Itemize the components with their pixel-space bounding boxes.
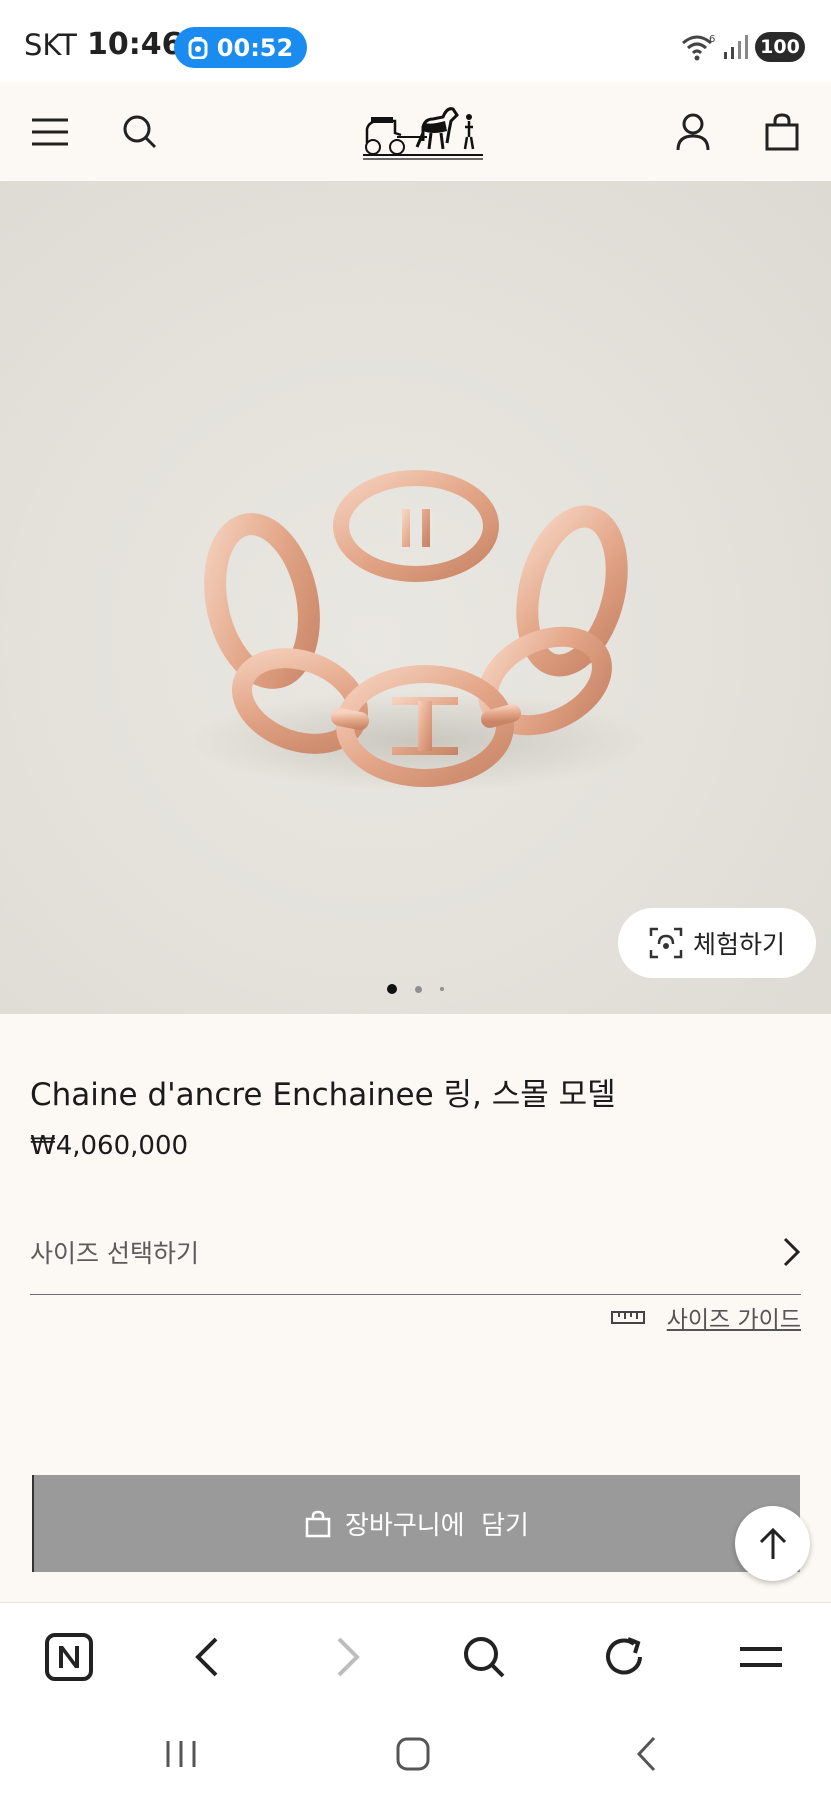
product-price: ₩4,060,000 [30, 1131, 189, 1161]
call-timer-pill[interactable]: 00:52 [174, 27, 307, 68]
menu-icon [32, 118, 68, 146]
browser-toolbar [0, 1602, 831, 1707]
ar-scan-icon [649, 927, 683, 959]
hermes-carriage-logo [363, 107, 483, 160]
size-guide-link[interactable]: 사이즈 가이드 [610, 1300, 801, 1334]
shopping-bag-icon [305, 1510, 331, 1537]
arrow-up-icon [759, 1527, 786, 1559]
system-navigation-bar [0, 1707, 831, 1800]
search-icon [123, 115, 157, 149]
product-info: Chaine d'ancre Enchainee 링, 스몰 모델 ₩4,060… [0, 1014, 831, 1602]
wifi-icon: 6 [682, 34, 715, 61]
menu-icon [740, 1647, 782, 1667]
back-icon [195, 1637, 218, 1677]
battery-indicator: 100 [755, 32, 805, 62]
forward-button[interactable] [318, 1627, 378, 1687]
forward-icon [337, 1637, 360, 1677]
wifi-badge: 6 [709, 34, 715, 45]
timer-icon [188, 36, 208, 59]
account-icon [676, 113, 710, 151]
add-to-cart-label: 장바구니에 담기 [345, 1511, 529, 1541]
browser-menu-button[interactable] [731, 1627, 791, 1687]
reload-icon [606, 1637, 642, 1675]
search-icon [464, 1637, 505, 1678]
size-select-dropdown[interactable]: 사이즈 선택하기 [30, 1210, 801, 1295]
size-guide-label: 사이즈 가이드 [666, 1307, 801, 1333]
chevron-right-icon [783, 1237, 801, 1267]
status-bar: SKT 10:46 00:52 6 100 [0, 0, 831, 82]
search-button[interactable] [112, 104, 168, 160]
try-on-button[interactable]: 체험하기 [618, 908, 816, 978]
status-icons: 6 100 [681, 32, 805, 62]
naver-home-icon [45, 1633, 93, 1681]
carousel-dot[interactable] [440, 987, 444, 991]
site-header [0, 82, 831, 181]
product-name: Chaine d'ancre Enchainee 링, 스몰 모델 [30, 1077, 616, 1113]
product-image-carousel[interactable]: 체험하기 [0, 181, 831, 1014]
carrier-label: SKT [24, 28, 77, 62]
carousel-dots [0, 984, 831, 994]
hermes-logo[interactable] [360, 104, 486, 160]
naver-home-button[interactable] [39, 1627, 99, 1687]
cart-button[interactable] [754, 104, 810, 160]
shopping-bag-icon [765, 113, 799, 151]
home-button[interactable] [383, 1729, 443, 1779]
signal-icon [724, 35, 748, 59]
home-icon [396, 1737, 430, 1771]
reload-button[interactable] [594, 1627, 654, 1687]
clock: 10:46 [87, 27, 183, 62]
carousel-dot[interactable] [415, 985, 422, 993]
recent-apps-button[interactable] [151, 1729, 211, 1779]
back-button[interactable] [177, 1627, 237, 1687]
scroll-to-top-button[interactable] [735, 1506, 810, 1581]
add-to-cart-button[interactable]: 장바구니에 담기 [32, 1475, 800, 1572]
menu-button[interactable] [22, 104, 78, 160]
browser-search-button[interactable] [454, 1627, 514, 1687]
account-button[interactable] [665, 104, 721, 160]
try-on-label: 체험하기 [692, 930, 785, 959]
system-back-button[interactable] [616, 1729, 676, 1779]
ruler-icon [610, 1311, 645, 1324]
back-icon [636, 1736, 656, 1772]
recent-apps-icon [166, 1741, 196, 1767]
size-select-label: 사이즈 선택하기 [30, 1239, 199, 1268]
timer-value: 00:52 [216, 33, 294, 62]
carousel-dot-active[interactable] [387, 984, 397, 994]
ring-product-image [190, 470, 650, 791]
